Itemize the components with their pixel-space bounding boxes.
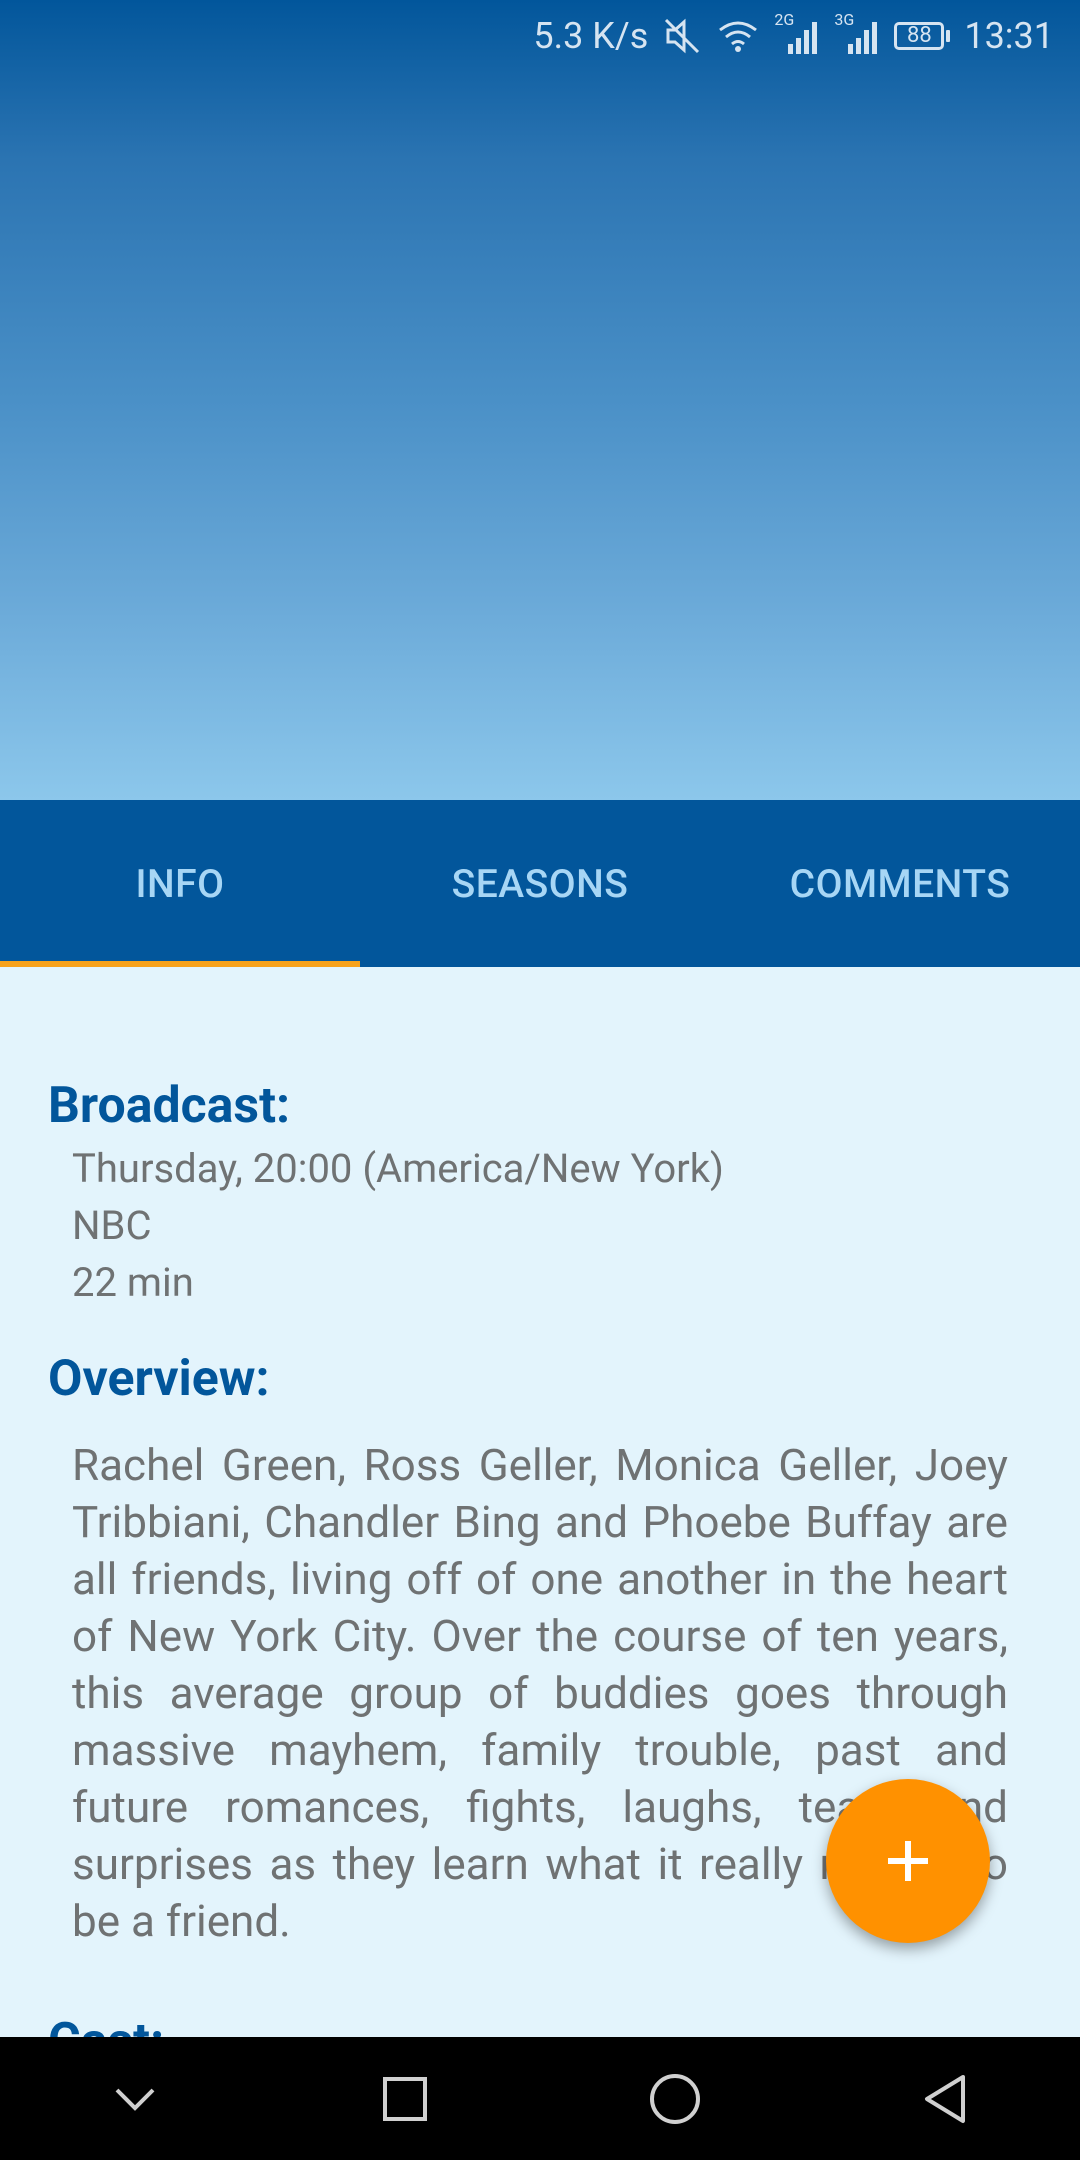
broadcast-schedule: Thursday, 20:00 (America/New York) <box>72 1145 724 1192</box>
signal-3g-icon: 3G <box>834 10 880 56</box>
tab-comments[interactable]: COMMENTS <box>720 800 1080 967</box>
broadcast-network: NBC <box>72 1202 152 1249</box>
chevron-down-icon <box>115 2088 155 2111</box>
tab-bar: INFO SEASONS COMMENTS <box>0 800 1080 967</box>
tab-info[interactable]: INFO <box>0 800 360 967</box>
add-button[interactable] <box>826 1779 990 1943</box>
system-nav-bar <box>0 2037 1080 2160</box>
tab-comments-label: COMMENTS <box>789 860 1011 907</box>
square-icon <box>383 2076 427 2121</box>
nav-recents-button[interactable] <box>345 2039 465 2159</box>
broadcast-runtime: 22 min <box>72 1259 194 1306</box>
tab-info-label: INFO <box>135 860 225 907</box>
cast-title: Cast: <box>48 2013 164 2037</box>
clock: 13:31 <box>964 15 1054 57</box>
header-backdrop: 5.3 K/s 2G 3G 88 13:31 <box>0 0 1080 800</box>
plus-icon <box>888 1841 928 1881</box>
tab-seasons-label: SEASONS <box>451 860 629 907</box>
signal-2g-icon: 2G <box>774 10 820 56</box>
nav-hide-button[interactable] <box>75 2039 195 2159</box>
nav-home-button[interactable] <box>615 2039 735 2159</box>
broadcast-title: Broadcast: <box>48 1077 291 1135</box>
status-bar: 5.3 K/s 2G 3G 88 13:31 <box>0 0 1080 72</box>
network-speed: 5.3 K/s <box>533 15 649 57</box>
mute-icon <box>662 16 702 56</box>
circle-icon <box>650 2073 700 2124</box>
wifi-icon <box>716 18 760 54</box>
battery-icon: 88 <box>894 22 951 50</box>
overview-title: Overview: <box>48 1350 270 1408</box>
battery-level: 88 <box>906 23 932 48</box>
triangle-back-icon <box>925 2074 965 2123</box>
nav-back-button[interactable] <box>885 2039 1005 2159</box>
tab-seasons[interactable]: SEASONS <box>360 800 720 967</box>
